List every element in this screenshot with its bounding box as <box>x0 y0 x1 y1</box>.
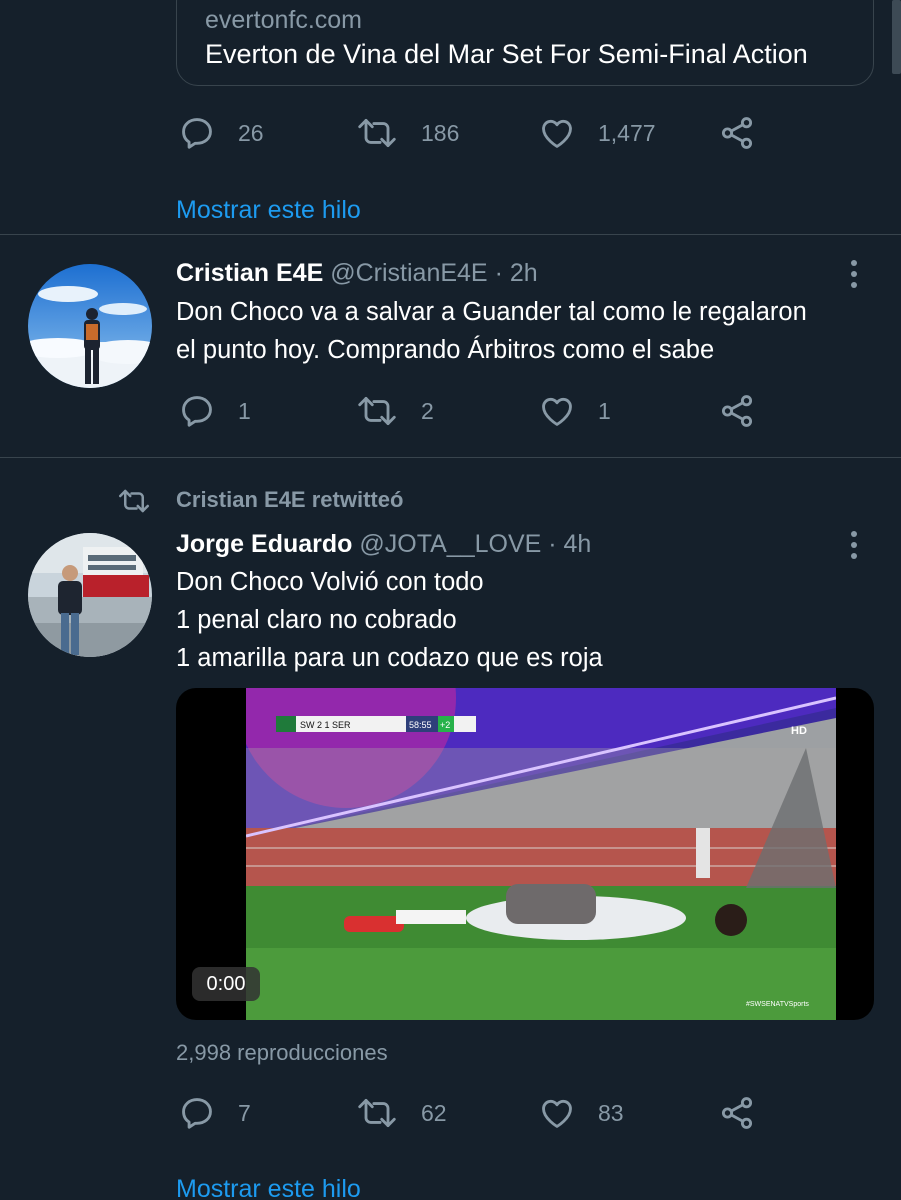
view-count: 2,998 reproducciones <box>176 1040 388 1065</box>
like-icon <box>542 1099 572 1128</box>
divider <box>0 234 901 235</box>
timestamp[interactable]: · 4h <box>548 530 591 558</box>
like-count: 1 <box>598 397 611 424</box>
reply-count: 7 <box>238 1099 251 1126</box>
reply-button[interactable]: 7 <box>178 1094 251 1132</box>
watermark: #SWSENATVSports <box>746 1001 809 1008</box>
tweet-text-line: 1 penal claro no cobrado <box>176 606 457 634</box>
tweet-text-line: 1 amarilla para un codazo que es roja <box>176 644 603 672</box>
divider <box>0 457 901 458</box>
reply-icon <box>182 118 212 149</box>
like-count: 83 <box>598 1099 624 1126</box>
reply-button[interactable]: 1 <box>178 392 251 430</box>
retweet-count: 186 <box>421 119 460 146</box>
retweet-button[interactable]: 62 <box>355 1094 447 1132</box>
retweet-count: 2 <box>421 397 434 424</box>
reply-icon <box>182 1098 212 1129</box>
retweeted-icon <box>119 489 149 513</box>
share-button[interactable] <box>718 114 756 152</box>
retweet-icon <box>358 1099 396 1127</box>
show-thread-link[interactable]: Mostrar este hilo <box>176 1175 361 1200</box>
share-icon <box>721 395 753 427</box>
avatar-cristian[interactable] <box>28 264 152 388</box>
retweet-button[interactable]: 2 <box>355 392 434 430</box>
display-name[interactable]: Jorge Eduardo <box>176 530 352 558</box>
avatar-image <box>28 533 152 657</box>
match-clock: 58:55 <box>409 720 432 730</box>
retweet-count: 62 <box>421 1099 447 1126</box>
video-frame: SW 2 1 SER 58:55 +2 HD #SWSENATVSports <box>246 688 836 1020</box>
share-icon <box>721 1097 753 1129</box>
avatar-jorge[interactable] <box>28 533 152 657</box>
username[interactable]: @JOTA__LOVE <box>359 530 541 558</box>
added-time: +2 <box>440 720 450 730</box>
video-player[interactable]: SW 2 1 SER 58:55 +2 HD #SWSENATVSports 0… <box>176 688 874 1020</box>
reply-count: 26 <box>238 119 264 146</box>
tweet-header: Jorge Eduardo @JOTA__LOVE · 4h <box>176 530 591 559</box>
like-icon <box>542 397 572 426</box>
like-icon <box>542 119 572 148</box>
tweet-text-line: Don Choco va a salvar a Guander tal como… <box>176 298 807 326</box>
avatar-image <box>28 264 152 388</box>
reply-button[interactable]: 26 <box>178 114 264 152</box>
scrollbar[interactable] <box>892 0 901 74</box>
share-button[interactable] <box>718 1094 756 1132</box>
retweet-button[interactable]: 186 <box>355 114 459 152</box>
video-timecode: 0:00 <box>192 967 260 1001</box>
like-button[interactable]: 83 <box>538 1094 624 1132</box>
retweeted-by-label[interactable]: Cristian E4E retwitteó <box>176 487 403 513</box>
tweet-text-line: Don Choco Volvió con todo <box>176 568 484 596</box>
tweet-header: Cristian E4E @CristianE4E · 2h <box>176 259 538 288</box>
reply-icon <box>182 396 212 427</box>
link-card[interactable]: evertonfc.com Everton de Vina del Mar Se… <box>176 0 874 86</box>
more-icon[interactable] <box>851 531 859 564</box>
hd-badge: HD <box>791 725 807 737</box>
share-button[interactable] <box>718 392 756 430</box>
link-card-title: Everton de Vina del Mar Set For Semi-Fin… <box>205 39 808 69</box>
timeline: evertonfc.com Everton de Vina del Mar Se… <box>0 0 901 1200</box>
tweet-text-line: el punto hoy. Comprando Árbitros como el… <box>176 336 715 364</box>
timestamp[interactable]: · 2h <box>495 259 538 287</box>
like-button[interactable]: 1 <box>538 392 611 430</box>
reply-count: 1 <box>238 397 251 424</box>
display-name[interactable]: Cristian E4E <box>176 259 323 287</box>
username[interactable]: @CristianE4E <box>330 259 487 287</box>
like-count: 1,477 <box>598 119 656 146</box>
show-thread-link[interactable]: Mostrar este hilo <box>176 196 361 225</box>
scorebug-text: SW 2 1 SER <box>300 720 351 730</box>
retweet-icon <box>358 397 396 425</box>
retweet-icon <box>358 119 396 147</box>
more-icon[interactable] <box>851 260 859 293</box>
link-card-domain: evertonfc.com <box>205 6 363 34</box>
like-button[interactable]: 1,477 <box>538 114 656 152</box>
share-icon <box>721 117 753 149</box>
